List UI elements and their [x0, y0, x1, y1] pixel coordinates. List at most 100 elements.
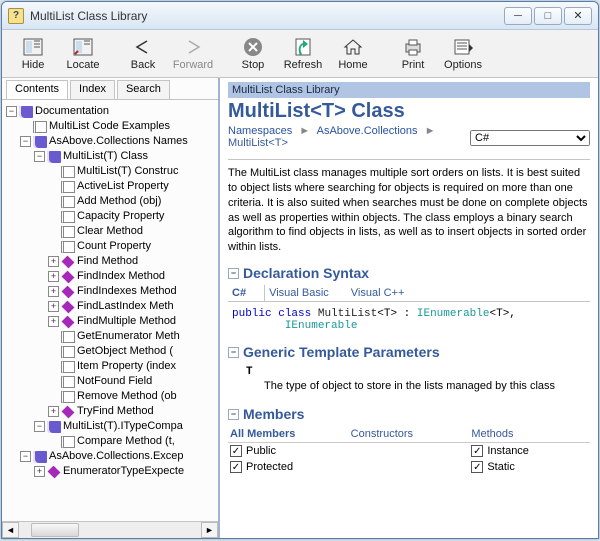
options-icon	[452, 36, 474, 58]
members-tab-all[interactable]: All Members	[228, 426, 349, 442]
collapse-icon[interactable]: −	[228, 347, 239, 358]
page-icon	[33, 121, 47, 133]
langtab-vcpp[interactable]: Visual C++	[347, 285, 423, 301]
book-open-icon	[19, 106, 33, 118]
minimize-button[interactable]: ─	[504, 7, 532, 25]
crumb-collection[interactable]: AsAbove.Collections	[317, 125, 418, 137]
langtab-vb[interactable]: Visual Basic	[265, 285, 347, 301]
collapse-icon[interactable]: −	[228, 268, 239, 279]
section-declaration[interactable]: − Declaration Syntax	[228, 265, 590, 281]
tree-item[interactable]: GetEnumerator Meth	[48, 329, 180, 344]
horizontal-scrollbar[interactable]: ◄ ►	[2, 521, 218, 538]
book-open-icon	[47, 151, 61, 163]
checkbox-public[interactable]: ✓	[230, 445, 242, 457]
diamond-icon	[62, 300, 75, 313]
crumb-current: MultiList<T>	[228, 137, 288, 149]
tree-item[interactable]: +FindIndexes Method	[48, 284, 177, 299]
titlebar: MultiList Class Library ─ □ ✕	[2, 2, 598, 30]
diamond-icon	[62, 255, 75, 268]
language-select[interactable]: C#	[470, 130, 590, 146]
members-tab-methods[interactable]: Methods	[469, 426, 590, 442]
navigation-pane: Contents Index Search −Documentation Mul…	[2, 78, 220, 538]
langtab-csharp[interactable]: C#	[228, 285, 265, 301]
stop-icon	[242, 36, 264, 58]
page-icon	[61, 241, 75, 253]
hide-icon	[22, 36, 44, 58]
checkbox-protected[interactable]: ✓	[230, 461, 242, 473]
back-button[interactable]: Back	[120, 36, 166, 71]
tab-search[interactable]: Search	[117, 80, 170, 99]
page-icon	[61, 391, 75, 403]
tree-item[interactable]: +FindLastIndex Meth	[48, 299, 174, 314]
param-desc: The type of object to store in the lists…	[246, 378, 590, 392]
options-button[interactable]: Options	[440, 36, 486, 71]
home-icon	[342, 36, 364, 58]
tree-item[interactable]: MultiList Code Examples	[20, 119, 170, 134]
checkbox-instance[interactable]: ✓	[471, 445, 483, 457]
param-name: T	[246, 366, 590, 378]
tree-item[interactable]: −AsAbove.Collections.Excep	[20, 449, 184, 464]
tree-item[interactable]: NotFound Field	[48, 374, 152, 389]
page-icon	[61, 436, 75, 448]
nav-tabs: Contents Index Search	[2, 78, 218, 100]
class-description: The MultiList class manages multiple sor…	[228, 166, 590, 255]
chevron-right-icon: ►	[295, 125, 314, 137]
tree-item[interactable]: ActiveList Property	[48, 179, 169, 194]
locate-icon	[72, 36, 94, 58]
forward-button[interactable]: Forward	[170, 36, 216, 71]
book-open-icon	[33, 136, 47, 148]
page-icon	[61, 331, 75, 343]
refresh-button[interactable]: Refresh	[280, 36, 326, 71]
tree-item[interactable]: +FindMultiple Method	[48, 314, 176, 329]
diamond-icon	[62, 285, 75, 298]
tree-item[interactable]: −MultiList(T) Class	[34, 149, 148, 164]
breadcrumb: Namespaces ► AsAbove.Collections ► Multi…	[228, 123, 470, 153]
tree-item[interactable]: Compare Method (t,	[48, 434, 175, 449]
close-button[interactable]: ✕	[564, 7, 592, 25]
tree-item[interactable]: MultiList(T) Construc	[48, 164, 178, 179]
page-icon	[61, 361, 75, 373]
collapse-icon[interactable]: −	[228, 409, 239, 420]
tree-item[interactable]: Add Method (obj)	[48, 194, 161, 209]
tree-root[interactable]: −Documentation	[6, 104, 109, 119]
refresh-icon	[292, 36, 314, 58]
tree-item[interactable]: −AsAbove.Collections Names	[20, 134, 188, 149]
members-tab-ctors[interactable]: Constructors	[349, 426, 470, 442]
page-icon	[61, 196, 75, 208]
section-members[interactable]: − Members	[228, 406, 590, 422]
tree-item[interactable]: Clear Method	[48, 224, 143, 239]
tree-item[interactable]: +TryFind Method	[48, 404, 154, 419]
tree-item[interactable]: +FindIndex Method	[48, 269, 165, 284]
section-generic-params[interactable]: − Generic Template Parameters	[228, 344, 590, 360]
content-header-bar: MultiList Class Library	[228, 82, 590, 98]
print-icon	[402, 36, 424, 58]
hide-button[interactable]: Hide	[10, 36, 56, 71]
diamond-icon	[62, 270, 75, 283]
tab-contents[interactable]: Contents	[6, 80, 68, 99]
checkbox-static[interactable]: ✓	[471, 461, 483, 473]
tree-item[interactable]: −MultiList(T).ITypeCompa	[34, 419, 183, 434]
back-arrow-icon	[132, 36, 154, 58]
tree-item[interactable]: Count Property	[48, 239, 151, 254]
locate-button[interactable]: Locate	[60, 36, 106, 71]
diamond-icon	[48, 465, 61, 478]
code-block: public class MultiList<T> : IEnumerable<…	[228, 306, 590, 334]
home-button[interactable]: Home	[330, 36, 376, 71]
tree-item[interactable]: Capacity Property	[48, 209, 164, 224]
tree-item[interactable]: Item Property (index	[48, 359, 176, 374]
tree-item[interactable]: Remove Method (ob	[48, 389, 177, 404]
tree-item[interactable]: +Find Method	[48, 254, 138, 269]
print-button[interactable]: Print	[390, 36, 436, 71]
contents-tree[interactable]: −Documentation MultiList Code Examples −…	[2, 100, 218, 521]
scroll-thumb[interactable]	[31, 523, 79, 537]
page-icon	[61, 346, 75, 358]
scroll-left-button[interactable]: ◄	[2, 522, 19, 538]
stop-button[interactable]: Stop	[230, 36, 276, 71]
tab-index[interactable]: Index	[70, 80, 115, 99]
maximize-button[interactable]: □	[534, 7, 562, 25]
page-icon	[61, 376, 75, 388]
scroll-right-button[interactable]: ►	[201, 522, 218, 538]
tree-item[interactable]: +EnumeratorTypeExpecte	[34, 464, 184, 479]
tree-item[interactable]: GetObject Method (	[48, 344, 173, 359]
crumb-namespaces[interactable]: Namespaces	[228, 125, 292, 137]
